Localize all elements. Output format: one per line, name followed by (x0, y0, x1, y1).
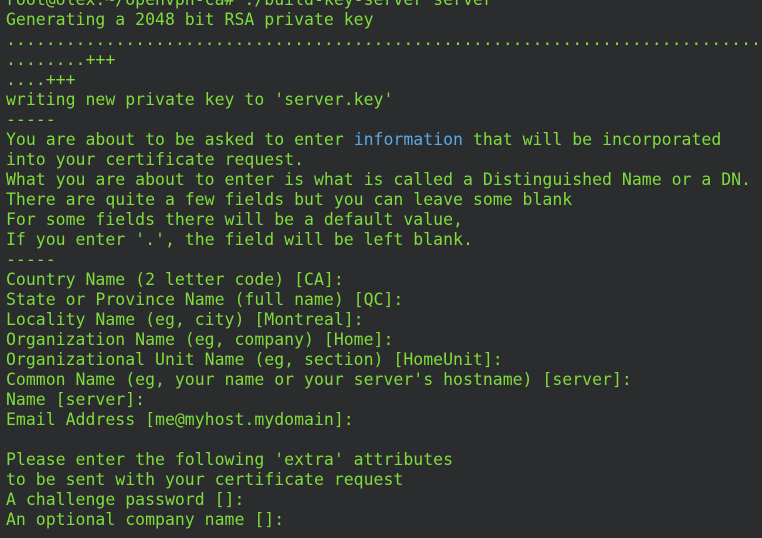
terminal-line: Please enter the following 'extra' attri… (6, 450, 454, 469)
terminal-text: You are about to be asked to enter (6, 130, 354, 149)
terminal-line: ----- (6, 110, 56, 129)
terminal-line: to be sent with your certificate request (6, 470, 404, 489)
terminal-line: Organization Name (eg, company) [Home]: (6, 330, 394, 349)
terminal-line: For some fields there will be a default … (6, 210, 463, 229)
terminal-text: that will be incorporated (462, 130, 722, 149)
terminal-line: A challenge password []: (6, 490, 245, 509)
terminal-line: What you are about to enter is what is c… (6, 170, 752, 189)
terminal-line: into your certificate request. (6, 150, 305, 169)
terminal-line: Generating a 2048 bit RSA private key (6, 10, 374, 29)
terminal-line: Locality Name (eg, city) [Montreal]: (6, 310, 364, 329)
highlighted-word: information (353, 130, 463, 149)
terminal-window[interactable]: root@olex:~/openvpn-ca# ./build-key-serv… (0, 0, 762, 538)
terminal-line: ........................................… (6, 30, 761, 49)
terminal-line: You are about to be asked to enter infor… (6, 130, 762, 150)
terminal-line: ----- (6, 250, 56, 269)
terminal-line: Common Name (eg, your name or your serve… (6, 370, 632, 389)
terminal-line: An optional company name []: (6, 510, 285, 529)
terminal-line: ........+++ (6, 50, 116, 69)
terminal-line: ....+++ (6, 70, 76, 89)
terminal-line: There are quite a few fields but you can… (6, 190, 573, 209)
terminal-line: State or Province Name (full name) [QC]: (6, 290, 404, 309)
terminal-line: If you enter '.', the field will be left… (6, 230, 473, 249)
terminal-line: Organizational Unit Name (eg, section) [… (6, 350, 503, 369)
terminal-line: writing new private key to 'server.key' (6, 90, 394, 109)
terminal-line: root@olex:~/openvpn-ca# ./build-key-serv… (6, 0, 762, 10)
terminal-line: Name [server]: (6, 390, 146, 409)
terminal-line: Email Address [me@myhost.mydomain]: (6, 410, 354, 429)
terminal-line: Country Name (2 letter code) [CA]: (6, 270, 344, 289)
